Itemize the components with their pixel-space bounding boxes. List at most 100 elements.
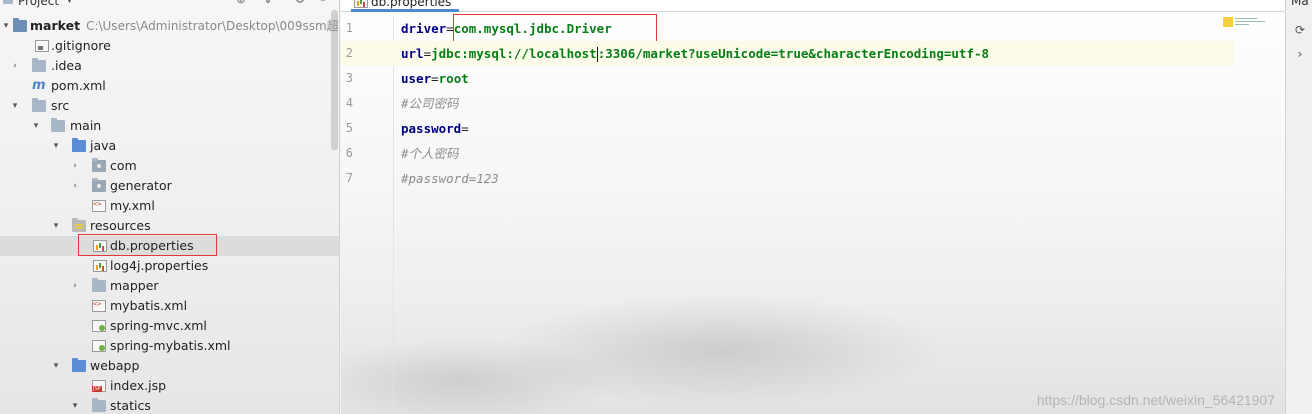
spring-xml-icon xyxy=(92,340,106,352)
tree-label: index.jsp xyxy=(110,378,167,393)
chevron-right-icon[interactable]: › xyxy=(10,56,20,76)
chevron-right-icon[interactable]: › xyxy=(1292,46,1308,62)
module-folder-icon xyxy=(13,18,27,32)
tree-row-spring-mvc[interactable]: spring-mvc.xml xyxy=(0,316,339,336)
equals-sign: = xyxy=(423,46,432,61)
tree-row-mybatis[interactable]: mybatis.xml xyxy=(0,294,339,316)
editor[interactable]: db.properties 1 driver=com.mysql.jdbc.Dr… xyxy=(341,0,1285,414)
code-line-1[interactable]: 1 driver=com.mysql.jdbc.Driver xyxy=(341,14,1285,44)
chevron-down-icon[interactable]: ▾ xyxy=(1,16,11,36)
tree-label: src xyxy=(51,98,70,113)
root-name: market xyxy=(30,18,81,33)
tree-row-root[interactable]: ▾ market C:\Users\Administrator\Desktop\0… xyxy=(0,16,339,36)
property-key: password xyxy=(401,121,462,136)
locate-icon[interactable]: ⊕ xyxy=(234,0,248,6)
chevron-right-icon[interactable]: › xyxy=(70,176,80,196)
maven-panel-label[interactable]: Ma xyxy=(1291,0,1309,8)
gear-icon[interactable]: ⚙ xyxy=(293,0,307,6)
tree-label: db.properties xyxy=(110,238,194,253)
source-folder-icon xyxy=(72,138,86,152)
property-key: driver xyxy=(401,21,447,36)
chevron-down-icon[interactable]: ▾ xyxy=(51,216,61,236)
refresh-icon[interactable]: ⟳ xyxy=(1292,22,1308,38)
tree-row-idea[interactable]: › .idea xyxy=(0,56,339,76)
tree-label: java xyxy=(90,138,117,153)
tree-row-mapper[interactable]: › mapper xyxy=(0,276,339,296)
tree-row-myxml[interactable]: my.xml xyxy=(0,194,339,216)
project-panel-title[interactable]: Project xyxy=(18,0,59,8)
code-line-5[interactable]: 5 password= xyxy=(341,116,1285,141)
line-number: 5 xyxy=(345,121,353,135)
tree-row-db-properties[interactable]: db.properties xyxy=(0,234,339,256)
spring-xml-icon xyxy=(92,320,106,332)
folder-icon xyxy=(92,398,106,412)
hide-icon[interactable]: – xyxy=(316,0,330,6)
property-value: :3306/market?useUnicode=true&characterEn… xyxy=(597,46,990,61)
code-line-3[interactable]: 3 user=root xyxy=(341,66,1285,91)
tree-label: webapp xyxy=(90,358,140,373)
chevron-right-icon[interactable]: › xyxy=(70,156,80,176)
tree-label: mybatis.xml xyxy=(110,298,188,313)
tree-label: resources xyxy=(90,218,151,233)
tree-row-main[interactable]: ▾ main xyxy=(0,116,339,136)
web-folder-icon xyxy=(72,358,86,372)
line-number: 3 xyxy=(345,71,353,85)
tree-label: mapper xyxy=(110,278,159,293)
tree-label: spring-mybatis.xml xyxy=(110,338,231,353)
project-icon xyxy=(3,0,13,4)
project-panel: Project ▼ ⊕ ⇕ ⚙ – ▾ market C:\Users\Admin… xyxy=(0,0,340,414)
line-number: 4 xyxy=(345,96,353,110)
tree-row-pom[interactable]: m pom.xml xyxy=(0,76,339,96)
code-line-2[interactable]: 2 url=jdbc:mysql://localhost:3306/market… xyxy=(341,41,1234,66)
code-line-6[interactable]: 6 #个人密码 xyxy=(341,141,1285,166)
properties-file-icon xyxy=(93,260,107,272)
chevron-down-icon[interactable]: ▾ xyxy=(51,136,61,156)
tree-row-log4j[interactable]: log4j.properties xyxy=(0,256,339,276)
property-value: root xyxy=(438,71,469,86)
tree-label: pom.xml xyxy=(51,78,106,93)
equals-sign: = xyxy=(461,121,469,136)
chevron-down-icon[interactable]: ▾ xyxy=(70,396,80,414)
tab-bar: db.properties xyxy=(341,0,1285,12)
chevron-down-icon[interactable]: ▾ xyxy=(51,356,61,376)
tree-label: log4j.properties xyxy=(110,258,209,273)
jsp-file-icon xyxy=(92,380,106,392)
property-key: url xyxy=(401,46,424,61)
folder-icon xyxy=(32,58,46,72)
resources-folder-icon xyxy=(72,218,86,232)
package-icon xyxy=(92,158,106,172)
code-text: driver=com.mysql.jdbc.Driver xyxy=(401,16,612,41)
chevron-right-icon[interactable]: › xyxy=(70,276,80,296)
code-comment: #password=123 xyxy=(401,171,499,186)
tree-row-resources[interactable]: ▾ resources xyxy=(0,216,339,236)
package-icon xyxy=(92,178,106,192)
tree-label: main xyxy=(70,118,102,133)
code-line-4[interactable]: 4 #公司密码 xyxy=(341,91,1285,116)
properties-file-icon xyxy=(93,240,107,252)
tree-row-spring-mybatis[interactable]: spring-mybatis.xml xyxy=(0,336,339,356)
folder-icon xyxy=(51,118,65,132)
chevron-down-icon[interactable]: ▾ xyxy=(10,96,20,116)
tab-db-properties[interactable]: db.properties xyxy=(351,0,460,12)
tree-row-index-jsp[interactable]: index.jsp xyxy=(0,376,339,396)
tree-label: .idea xyxy=(51,58,82,73)
tree-label: generator xyxy=(110,178,172,193)
code-text: url=jdbc:mysql://localhost:3306/market?u… xyxy=(401,41,989,66)
tree-row-java[interactable]: ▾ java xyxy=(0,136,339,156)
tree-row-gitignore[interactable]: .gitignore xyxy=(0,36,339,56)
watermark: https://blog.csdn.net/weixin_56421907 xyxy=(1036,392,1275,408)
tree-row-com[interactable]: › com xyxy=(0,156,339,176)
equals-sign: = xyxy=(446,21,454,36)
tree-row-webapp[interactable]: ▾ webapp xyxy=(0,356,339,376)
line-number: 7 xyxy=(345,171,353,185)
code-line-7[interactable]: 7 #password=123 xyxy=(341,166,1285,191)
xml-file-icon xyxy=(92,294,106,314)
chevron-down-icon[interactable]: ▼ xyxy=(66,0,73,5)
tree-row-statics[interactable]: ▾ statics xyxy=(0,396,339,414)
chevron-down-icon[interactable]: ▾ xyxy=(31,116,41,136)
tree-row-generator[interactable]: › generator xyxy=(0,176,339,196)
tree-row-src[interactable]: ▾ src xyxy=(0,96,339,116)
git-file-icon xyxy=(35,40,49,52)
collapse-icon[interactable]: ⇕ xyxy=(261,0,275,6)
property-key: user xyxy=(401,71,432,86)
